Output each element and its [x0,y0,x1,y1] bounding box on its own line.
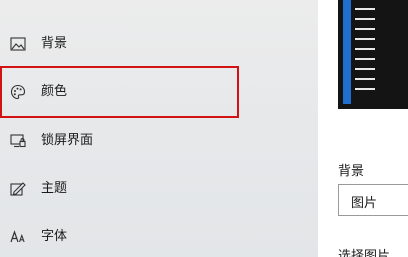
main-content: 背景 图片 选择图片 [318,0,408,257]
background-type-select[interactable]: 图片 [338,184,408,216]
preview-line [355,8,375,10]
preview-line [355,38,375,40]
preview-line [355,88,375,90]
font-icon [10,229,26,245]
background-type-value: 图片 [351,196,378,211]
preview-line [355,18,375,20]
background-section-label: 背景 [338,164,365,179]
sidebar-item-background[interactable]: 背景 [0,20,318,68]
preview-line [355,48,375,50]
preview-line [355,68,375,70]
preview-line [355,58,375,60]
background-preview [338,0,408,109]
sidebar-item-label: 背景 [41,36,68,51]
selection-highlight-box [0,66,239,118]
picture-icon [10,36,26,52]
sidebar-item-label: 锁屏界面 [41,133,94,148]
sidebar-item-lock-screen[interactable]: 锁屏界面 [0,117,318,165]
preview-line [355,78,375,80]
sidebar-item-label: 字体 [41,229,68,244]
sidebar: 背景 颜色 锁屏界面 主题 字体 [0,0,318,257]
sidebar-item-label: 主题 [41,181,68,196]
sidebar-item-theme[interactable]: 主题 [0,165,318,213]
preview-taskbar [343,0,351,104]
choose-picture-label: 选择图片 [338,249,391,257]
preview-line [355,28,375,30]
settings-window: 背景 颜色 锁屏界面 主题 字体 背景 图片 选择图片 [0,0,408,257]
lock-screen-icon [10,133,26,149]
sidebar-item-font[interactable]: 字体 [0,213,318,257]
theme-icon [10,181,26,197]
